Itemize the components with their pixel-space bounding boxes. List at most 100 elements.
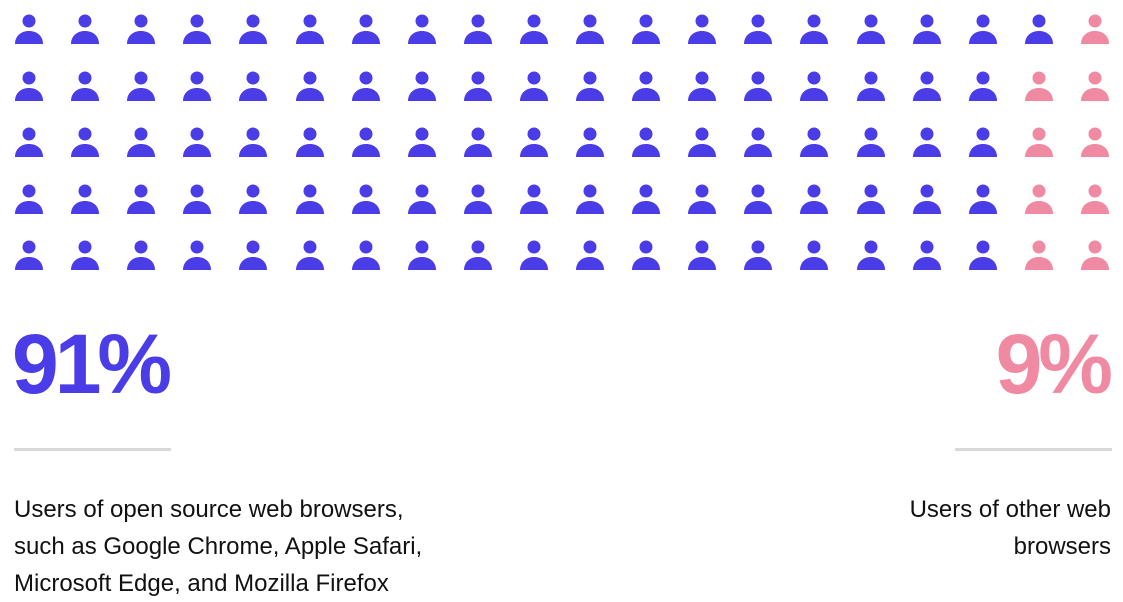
person-icon (463, 184, 492, 214)
person-icon (295, 184, 324, 214)
person-icon (463, 240, 492, 270)
person-icon (407, 184, 436, 214)
person-icon (295, 127, 324, 157)
person-icon (968, 240, 997, 270)
person-icon (183, 184, 212, 214)
person-icon (295, 71, 324, 101)
person-icon (968, 127, 997, 157)
person-icon (351, 71, 380, 101)
person-icon (1080, 127, 1109, 157)
person-icon (351, 240, 380, 270)
person-icon (351, 14, 380, 44)
person-icon (800, 127, 829, 157)
caption-line: Microsoft Edge, and Mozilla Firefox (14, 570, 389, 597)
person-icon (576, 71, 604, 101)
caption-line: Users of other web (909, 496, 1111, 523)
person-icon (800, 240, 829, 270)
person-icon (127, 71, 156, 101)
person-icon (183, 71, 212, 101)
person-icon (519, 240, 548, 270)
person-icon (744, 71, 773, 101)
person-icon (912, 127, 941, 157)
person-icon (407, 240, 436, 270)
person-icon (856, 14, 885, 44)
person-icon (351, 127, 380, 157)
person-icon (407, 71, 436, 101)
person-icon (744, 184, 773, 214)
person-icon (15, 71, 43, 101)
person-icon (15, 127, 43, 157)
person-icon (71, 127, 100, 157)
person-icon (800, 71, 829, 101)
person-icon (912, 240, 941, 270)
caption-line: such as Google Chrome, Apple Safari, (14, 533, 423, 560)
person-icon (632, 71, 661, 101)
person-icon (519, 14, 548, 44)
person-icon (1024, 71, 1053, 101)
person-icon (912, 71, 941, 101)
person-icon (351, 184, 380, 214)
person-icon (71, 184, 100, 214)
person-icon (295, 240, 324, 270)
person-icon (576, 184, 604, 214)
caption-line: Users of open source web browsers, (14, 496, 404, 523)
person-icon (519, 71, 548, 101)
person-icon (1080, 184, 1109, 214)
person-icon (1080, 14, 1109, 44)
person-icon (239, 127, 268, 157)
person-icon (239, 14, 268, 44)
person-icon (912, 14, 941, 44)
person-icon (127, 14, 156, 44)
person-icon (800, 184, 829, 214)
person-icon (239, 71, 268, 101)
person-icon (576, 240, 604, 270)
person-icon (127, 184, 156, 214)
person-icon (15, 240, 43, 270)
person-icon (744, 127, 773, 157)
person-icon (295, 14, 324, 44)
person-icon (15, 184, 43, 214)
person-icon (407, 127, 436, 157)
person-icon (1024, 240, 1053, 270)
person-icon (519, 127, 548, 157)
open-source-caption: Users of open source web browsers, such … (14, 491, 534, 602)
right-divider (955, 448, 1112, 451)
person-icon (688, 127, 717, 157)
other-percent: 9% (995, 317, 1113, 411)
person-icon (856, 184, 885, 214)
person-icon (183, 127, 212, 157)
person-icon (239, 240, 268, 270)
person-icon (856, 127, 885, 157)
people-waffle-chart (0, 0, 1123, 280)
person-icon (576, 127, 604, 157)
person-icon (71, 71, 100, 101)
person-icon (688, 184, 717, 214)
person-icon (1024, 184, 1053, 214)
person-icon (71, 240, 100, 270)
person-icon (744, 14, 773, 44)
person-icon (800, 14, 829, 44)
person-icon (1024, 14, 1053, 44)
person-icon (407, 14, 436, 44)
person-icon (519, 184, 548, 214)
person-icon (127, 127, 156, 157)
open-source-percent: 91% (12, 317, 172, 411)
person-icon (71, 14, 100, 44)
other-caption: Users of other web browsers (851, 491, 1111, 565)
person-icon (688, 14, 717, 44)
person-icon (632, 14, 661, 44)
person-icon (968, 71, 997, 101)
person-icon (856, 240, 885, 270)
person-icon (127, 240, 156, 270)
person-icon (744, 240, 773, 270)
person-icon (463, 14, 492, 44)
person-icon (183, 14, 212, 44)
person-icon (968, 184, 997, 214)
person-icon (1080, 71, 1109, 101)
caption-line: browsers (1013, 533, 1111, 560)
person-icon (912, 184, 941, 214)
person-icon (1080, 240, 1109, 270)
person-icon (688, 240, 717, 270)
left-divider (14, 448, 171, 451)
person-icon (183, 240, 212, 270)
